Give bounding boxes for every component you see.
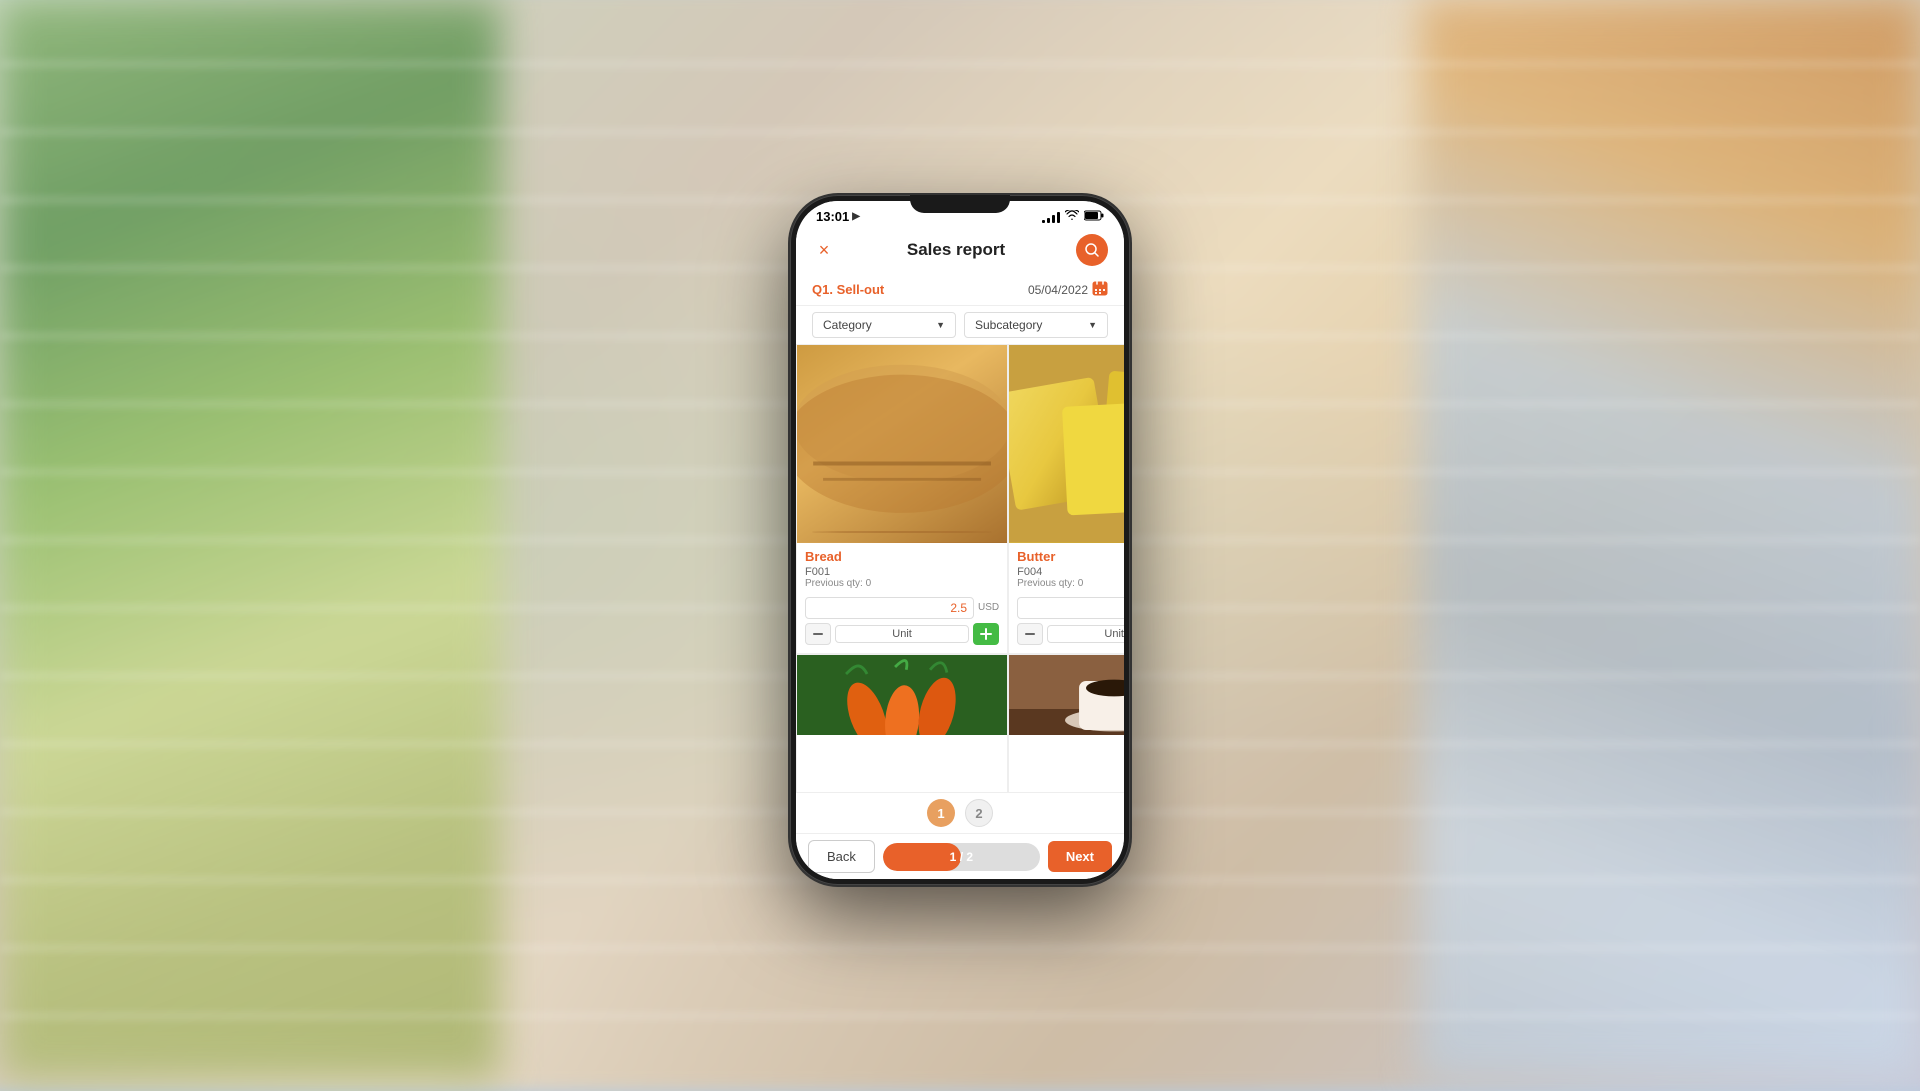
product-image-carrots [797,655,1007,735]
back-button[interactable]: Back [808,840,875,873]
close-button[interactable]: × [812,238,836,262]
butter-decrement-button[interactable] [1017,623,1043,645]
scene: 13:01 ▶ [0,0,1920,1080]
product-card-carrots [796,654,1008,793]
page-dot-2[interactable]: 2 [965,799,993,827]
butter-name: Butter [1017,549,1124,564]
bread-qty-input-row: USD [797,597,1007,623]
status-time: 13:01 ▶ [816,209,860,224]
butter-unit-label: Unit [1047,625,1124,643]
navigation-arrow-icon: ▶ [852,211,860,222]
butter-qty-controls: Unit [1009,623,1124,653]
bread-prev-qty: Previous qty: 0 [805,578,999,589]
search-button[interactable] [1076,234,1108,266]
filters-row: Category ▼ Subcategory ▼ [796,306,1124,344]
bread-qty-input[interactable] [805,597,974,619]
sub-header: Q1. Sell-out 05/04/2022 [796,274,1124,306]
signal-bar-3 [1052,215,1055,223]
product-image-coffee [1009,655,1124,735]
bread-unit-label: Unit [835,625,969,643]
product-card-butter: Butter F004 Previous qty: 0 USD Unit [1008,344,1124,654]
signal-bar-4 [1057,212,1060,223]
bread-name: Bread [805,549,999,564]
date-label: 05/04/2022 [1028,283,1088,297]
chevron-down-icon: ▼ [936,320,945,330]
product-image-butter [1009,345,1124,543]
category-label: Category [823,318,872,332]
products-grid: Bread F001 Previous qty: 0 USD Unit [796,344,1124,793]
category-dropdown[interactable]: Category ▼ [812,312,956,338]
butter-qty-input[interactable] [1017,597,1124,619]
bread-decrement-button[interactable] [805,623,831,645]
page-dot-1[interactable]: 1 [927,799,955,827]
signal-bars-icon [1042,211,1060,223]
phone-screen: 13:01 ▶ [796,201,1124,879]
time-text: 13:01 [816,209,849,224]
battery-icon [1084,210,1104,224]
product-card-bread: Bread F001 Previous qty: 0 USD Unit [796,344,1008,654]
product-image-bread [797,345,1007,543]
pagination: 1 2 [796,793,1124,833]
butter-prev-qty: Previous qty: 0 [1017,578,1124,589]
bottom-nav: Back 1 / 2 Next [796,833,1124,879]
signal-bar-1 [1042,220,1045,223]
calendar-icon[interactable] [1092,280,1108,299]
subcategory-dropdown[interactable]: Subcategory ▼ [964,312,1108,338]
page-title: Sales report [907,240,1005,260]
app-header: × Sales report [796,228,1124,274]
question-label: Q1. Sell-out [812,282,884,297]
progress-text: 1 / 2 [950,850,973,864]
bread-code: F001 [805,566,999,578]
phone-device: 13:01 ▶ [790,195,1130,885]
phone-notch [910,195,1010,213]
signal-bar-2 [1047,218,1050,223]
status-icons [1042,210,1104,224]
product-card-coffee [1008,654,1124,793]
next-button[interactable]: Next [1048,841,1112,872]
bread-currency: USD [978,602,999,613]
chevron-down-icon: ▼ [1088,320,1097,330]
butter-qty-input-row: USD [1009,597,1124,623]
butter-info: Butter F004 Previous qty: 0 [1009,543,1124,597]
bread-increment-button[interactable] [973,623,999,645]
butter-code: F004 [1017,566,1124,578]
wifi-icon [1065,210,1079,223]
subcategory-label: Subcategory [975,318,1042,332]
bread-info: Bread F001 Previous qty: 0 [797,543,1007,597]
bread-qty-controls: Unit [797,623,1007,653]
progress-bar: 1 / 2 [883,843,1040,871]
